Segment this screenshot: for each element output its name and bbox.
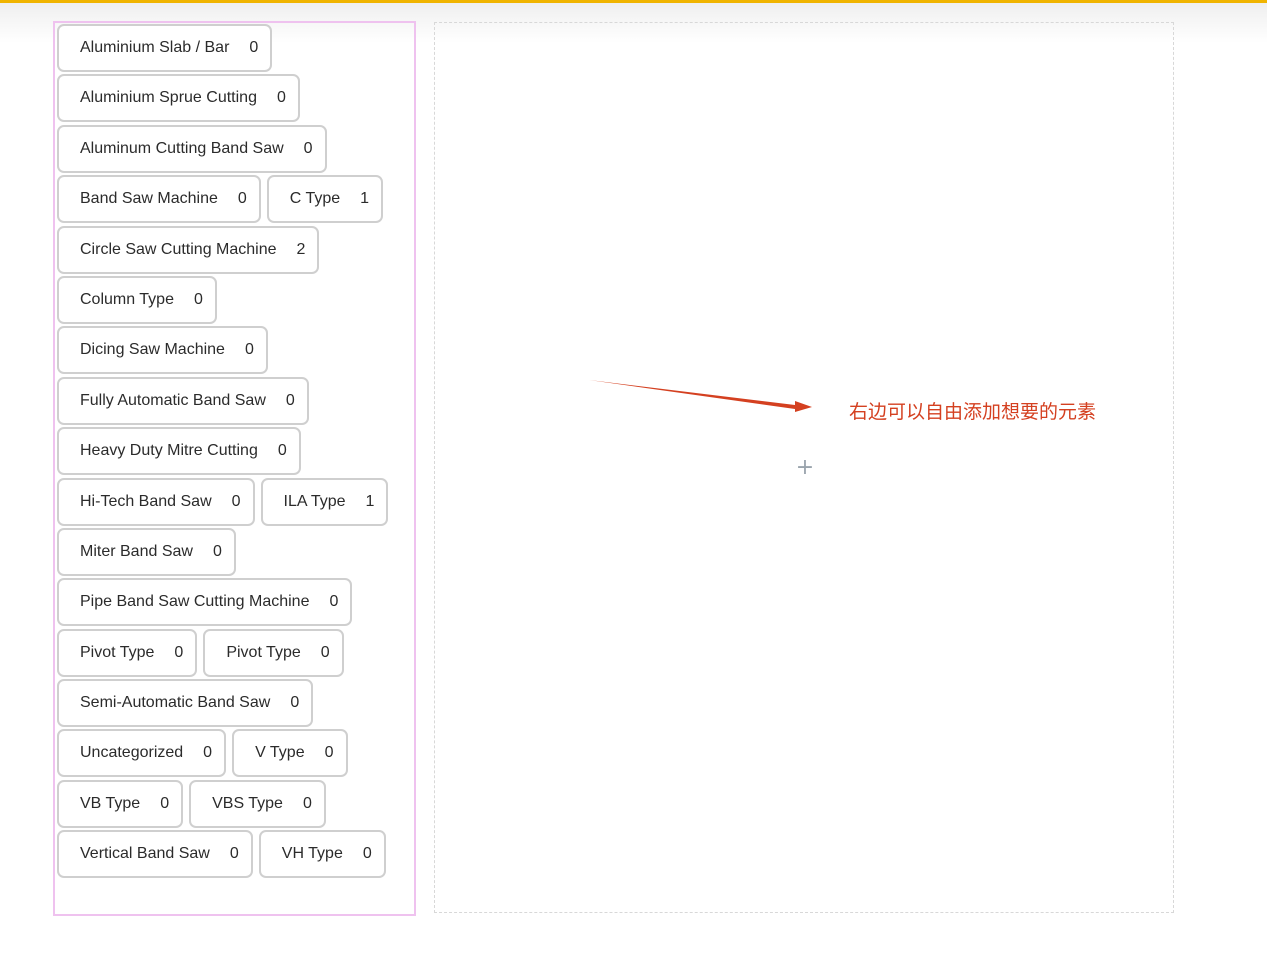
tag-chip[interactable]: Fully Automatic Band Saw 0 <box>57 376 309 425</box>
tag-label: Aluminum Cutting Band Saw <box>80 139 284 157</box>
tag-cloud-panel: Aluminium Slab / Bar 0 Aluminium Sprue Cut… <box>53 21 416 916</box>
tag-count: 0 <box>231 492 241 510</box>
tag-chip[interactable]: VB Type 0 <box>57 779 184 828</box>
tag-count: 1 <box>365 492 375 510</box>
tag-chip[interactable]: C Type 1 <box>266 175 384 224</box>
tag-count: 0 <box>362 845 372 863</box>
plus-icon[interactable]: + <box>794 455 816 480</box>
tag-count: 0 <box>193 290 203 308</box>
tag-label: VH Type <box>281 845 343 863</box>
tag-label: Uncategorized <box>80 744 184 762</box>
tag-label: Fully Automatic Band Saw <box>80 391 266 409</box>
tag-label: Band Saw Machine <box>80 190 218 208</box>
tag-count: 0 <box>229 845 239 863</box>
tag-count: 0 <box>302 794 312 812</box>
tag-count: 0 <box>212 542 222 560</box>
tag-label: Semi-Automatic Band Saw <box>80 694 271 712</box>
tag-count: 0 <box>303 139 313 157</box>
tag-label: Hi-Tech Band Saw <box>80 492 212 510</box>
tag-chip[interactable]: Dicing Saw Machine 0 <box>57 326 268 375</box>
tag-count: 0 <box>324 744 334 762</box>
tag-chip[interactable]: Column Type 0 <box>57 275 217 324</box>
tag-chip[interactable]: Circle Saw Cutting Machine 2 <box>57 225 320 274</box>
tag-chip[interactable]: Pivot Type 0 <box>203 628 344 677</box>
tag-count: 2 <box>296 240 306 258</box>
tag-chip[interactable]: Hi-Tech Band Saw 0 <box>57 477 255 526</box>
tag-label: Miter Band Saw <box>80 542 193 560</box>
tag-label: V Type <box>255 744 305 762</box>
tag-count: 0 <box>160 794 170 812</box>
tag-chip[interactable]: Band Saw Machine 0 <box>57 175 261 224</box>
tag-chip[interactable]: Aluminum Cutting Band Saw 0 <box>57 124 327 173</box>
tag-label: C Type <box>289 190 341 208</box>
tag-label: Dicing Saw Machine <box>80 341 225 359</box>
tag-count: 0 <box>320 643 330 661</box>
tag-count: 0 <box>237 190 247 208</box>
tag-count: 0 <box>249 39 259 56</box>
tag-label: Pipe Band Saw Cutting Machine <box>80 593 310 611</box>
tag-chip[interactable]: V Type 0 <box>232 729 348 778</box>
tag-label: VBS Type <box>212 794 283 812</box>
arrow-right-icon <box>589 380 812 412</box>
tag-count: 0 <box>203 744 213 762</box>
tag-count: 0 <box>244 341 254 359</box>
annotation-text: 右边可以自由添加想要的元素 <box>849 401 1097 423</box>
tag-count: 0 <box>329 593 339 611</box>
tag-label: ILA Type <box>283 492 346 510</box>
tag-count: 0 <box>285 391 295 409</box>
tag-label: Aluminium Slab / Bar <box>80 39 230 56</box>
tag-chip[interactable]: Semi-Automatic Band Saw 0 <box>57 679 314 728</box>
tag-count: 0 <box>276 89 286 107</box>
tag-label: Aluminium Sprue Cutting <box>80 89 257 107</box>
tag-label: Pivot Type <box>80 643 155 661</box>
tag-chip[interactable]: Pivot Type 0 <box>57 628 198 677</box>
tag-chip[interactable]: Miter Band Saw 0 <box>57 527 236 576</box>
tag-chip[interactable]: Pipe Band Saw Cutting Machine 0 <box>57 578 353 627</box>
tag-count: 0 <box>174 643 184 661</box>
tag-chip[interactable]: Aluminium Sprue Cutting 0 <box>57 74 300 123</box>
tag-label: VB Type <box>80 794 141 812</box>
tag-chip[interactable]: ILA Type 1 <box>260 477 389 526</box>
tag-label: Column Type <box>80 290 174 308</box>
tag-label: Heavy Duty Mitre Cutting <box>80 442 258 460</box>
tag-chip[interactable]: VBS Type 0 <box>189 779 326 828</box>
tag-label: Pivot Type <box>226 643 301 661</box>
tag-chip[interactable]: Vertical Band Saw 0 <box>57 830 253 879</box>
tag-list: Aluminium Slab / Bar 0 Aluminium Sprue Cut… <box>57 24 415 879</box>
tag-count: 1 <box>360 190 370 208</box>
tag-chip[interactable]: Heavy Duty Mitre Cutting 0 <box>57 427 301 476</box>
tag-label: Circle Saw Cutting Machine <box>80 240 277 258</box>
tag-count: 0 <box>277 442 287 460</box>
tag-count: 0 <box>290 694 300 712</box>
tag-chip[interactable]: Uncategorized 0 <box>57 729 227 778</box>
tag-chip[interactable]: Aluminium Slab / Bar 0 <box>57 24 273 72</box>
tag-label: Vertical Band Saw <box>80 845 210 863</box>
tag-chip[interactable]: VH Type 0 <box>258 830 386 879</box>
